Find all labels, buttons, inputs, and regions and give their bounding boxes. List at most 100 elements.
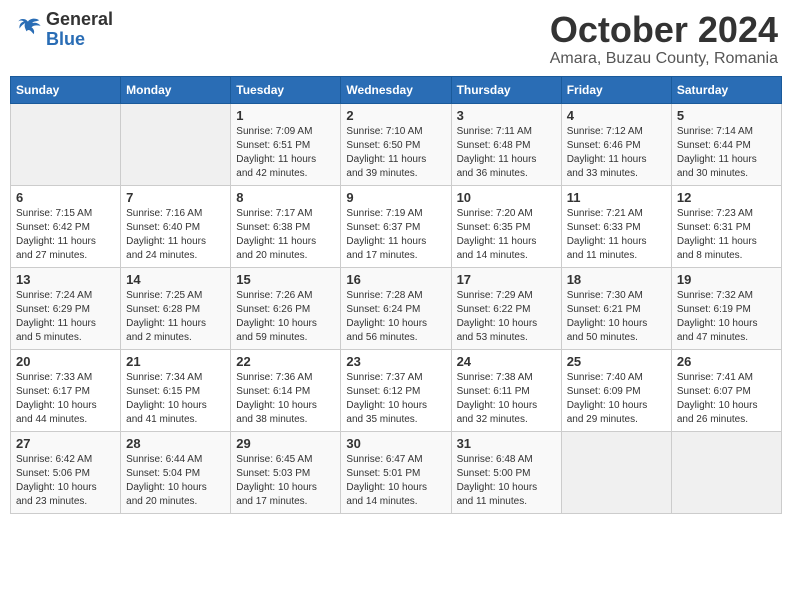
calendar-day-cell: 8Sunrise: 7:17 AMSunset: 6:38 PMDaylight… bbox=[231, 185, 341, 267]
day-number: 3 bbox=[457, 108, 556, 123]
day-number: 18 bbox=[567, 272, 666, 287]
calendar-day-cell: 30 Sunrise: 6:47 AMSunset: 5:01 PMDayligh… bbox=[341, 431, 451, 513]
calendar-table: SundayMondayTuesdayWednesdayThursdayFrid… bbox=[10, 76, 782, 514]
day-number: 16 bbox=[346, 272, 445, 287]
day-info: Sunrise: 7:41 AMSunset: 6:07 PMDaylight:… bbox=[677, 371, 776, 427]
calendar-day-cell: 11Sunrise: 7:21 AMSunset: 6:33 PMDayligh… bbox=[561, 185, 671, 267]
day-info: Sunrise: 7:16 AMSunset: 6:40 PMDaylight:… bbox=[126, 207, 225, 263]
calendar-day-cell: 29 Sunrise: 6:45 AMSunset: 5:03 PMDayligh… bbox=[231, 431, 341, 513]
day-number: 9 bbox=[346, 190, 445, 205]
day-number: 11 bbox=[567, 190, 666, 205]
calendar-day-cell: 13Sunrise: 7:24 AMSunset: 6:29 PMDayligh… bbox=[11, 267, 121, 349]
day-info: Sunrise: 7:23 AMSunset: 6:31 PMDaylight:… bbox=[677, 207, 776, 263]
day-info: Sunrise: 7:12 AMSunset: 6:46 PMDaylight:… bbox=[567, 125, 666, 181]
day-info: Sunrise: 6:47 AMSunset: 5:01 PMDaylight:… bbox=[346, 453, 445, 509]
day-number: 30 bbox=[346, 436, 445, 451]
day-number: 2 bbox=[346, 108, 445, 123]
day-number: 1 bbox=[236, 108, 335, 123]
calendar-day-cell: 22 Sunrise: 7:36 AMSunset: 6:14 PMDayligh… bbox=[231, 349, 341, 431]
day-number: 26 bbox=[677, 354, 776, 369]
day-info: Sunrise: 7:29 AMSunset: 6:22 PMDaylight:… bbox=[457, 289, 556, 345]
calendar-week-row: 13Sunrise: 7:24 AMSunset: 6:29 PMDayligh… bbox=[11, 267, 782, 349]
calendar-week-row: 27 Sunrise: 6:42 AMSunset: 5:06 PMDayligh… bbox=[11, 431, 782, 513]
day-number: 17 bbox=[457, 272, 556, 287]
day-number: 12 bbox=[677, 190, 776, 205]
calendar-day-cell: 14 Sunrise: 7:25 AMSunset: 6:28 PMDayligh… bbox=[121, 267, 231, 349]
day-info: Sunrise: 6:42 AMSunset: 5:06 PMDaylight:… bbox=[16, 453, 115, 509]
day-of-week-header: Tuesday bbox=[231, 76, 341, 103]
day-info: Sunrise: 7:10 AMSunset: 6:50 PMDaylight:… bbox=[346, 125, 445, 181]
calendar-day-cell: 18 Sunrise: 7:30 AMSunset: 6:21 PMDayligh… bbox=[561, 267, 671, 349]
day-info: Sunrise: 7:09 AMSunset: 6:51 PMDaylight:… bbox=[236, 125, 335, 181]
day-number: 15 bbox=[236, 272, 335, 287]
day-info: Sunrise: 7:37 AMSunset: 6:12 PMDaylight:… bbox=[346, 371, 445, 427]
day-number: 8 bbox=[236, 190, 335, 205]
day-number: 24 bbox=[457, 354, 556, 369]
logo: General Blue bbox=[14, 10, 113, 50]
calendar-week-row: 20 Sunrise: 7:33 AMSunset: 6:17 PMDayligh… bbox=[11, 349, 782, 431]
day-info: Sunrise: 7:14 AMSunset: 6:44 PMDaylight:… bbox=[677, 125, 776, 181]
day-number: 22 bbox=[236, 354, 335, 369]
day-info: Sunrise: 7:26 AMSunset: 6:26 PMDaylight:… bbox=[236, 289, 335, 345]
day-info: Sunrise: 6:44 AMSunset: 5:04 PMDaylight:… bbox=[126, 453, 225, 509]
calendar-day-cell: 31Sunrise: 6:48 AMSunset: 5:00 PMDayligh… bbox=[451, 431, 561, 513]
day-number: 25 bbox=[567, 354, 666, 369]
day-info: Sunrise: 7:38 AMSunset: 6:11 PMDaylight:… bbox=[457, 371, 556, 427]
calendar-day-cell: 20 Sunrise: 7:33 AMSunset: 6:17 PMDayligh… bbox=[11, 349, 121, 431]
calendar-day-cell: 24 Sunrise: 7:38 AMSunset: 6:11 PMDayligh… bbox=[451, 349, 561, 431]
calendar-day-cell: 10 Sunrise: 7:20 AMSunset: 6:35 PMDayligh… bbox=[451, 185, 561, 267]
logo-bird-icon bbox=[14, 16, 42, 44]
page-header: General Blue October 2024 Amara, Buzau C… bbox=[10, 10, 782, 68]
day-info: Sunrise: 7:40 AMSunset: 6:09 PMDaylight:… bbox=[567, 371, 666, 427]
day-number: 21 bbox=[126, 354, 225, 369]
calendar-day-cell: 9Sunrise: 7:19 AMSunset: 6:37 PMDaylight… bbox=[341, 185, 451, 267]
day-number: 10 bbox=[457, 190, 556, 205]
day-info: Sunrise: 7:32 AMSunset: 6:19 PMDaylight:… bbox=[677, 289, 776, 345]
day-of-week-header: Wednesday bbox=[341, 76, 451, 103]
day-info: Sunrise: 7:25 AMSunset: 6:28 PMDaylight:… bbox=[126, 289, 225, 345]
calendar-day-cell: 28 Sunrise: 6:44 AMSunset: 5:04 PMDayligh… bbox=[121, 431, 231, 513]
header-row: SundayMondayTuesdayWednesdayThursdayFrid… bbox=[11, 76, 782, 103]
calendar-day-cell: 19 Sunrise: 7:32 AMSunset: 6:19 PMDayligh… bbox=[671, 267, 781, 349]
day-info: Sunrise: 7:36 AMSunset: 6:14 PMDaylight:… bbox=[236, 371, 335, 427]
day-info: Sunrise: 7:30 AMSunset: 6:21 PMDaylight:… bbox=[567, 289, 666, 345]
day-of-week-header: Monday bbox=[121, 76, 231, 103]
calendar-day-cell: 26 Sunrise: 7:41 AMSunset: 6:07 PMDayligh… bbox=[671, 349, 781, 431]
day-info: Sunrise: 6:45 AMSunset: 5:03 PMDaylight:… bbox=[236, 453, 335, 509]
day-info: Sunrise: 7:24 AMSunset: 6:29 PMDaylight:… bbox=[16, 289, 115, 345]
day-number: 27 bbox=[16, 436, 115, 451]
day-number: 6 bbox=[16, 190, 115, 205]
calendar-day-cell bbox=[561, 431, 671, 513]
day-number: 29 bbox=[236, 436, 335, 451]
calendar-day-cell: 21 Sunrise: 7:34 AMSunset: 6:15 PMDayligh… bbox=[121, 349, 231, 431]
logo-blue: Blue bbox=[46, 30, 113, 50]
day-number: 19 bbox=[677, 272, 776, 287]
location-subtitle: Amara, Buzau County, Romania bbox=[550, 50, 778, 68]
logo-text: General Blue bbox=[46, 10, 113, 50]
day-info: Sunrise: 7:20 AMSunset: 6:35 PMDaylight:… bbox=[457, 207, 556, 263]
day-number: 4 bbox=[567, 108, 666, 123]
day-number: 23 bbox=[346, 354, 445, 369]
calendar-day-cell: 4 Sunrise: 7:12 AMSunset: 6:46 PMDaylight… bbox=[561, 103, 671, 185]
day-info: Sunrise: 7:28 AMSunset: 6:24 PMDaylight:… bbox=[346, 289, 445, 345]
calendar-day-cell: 16 Sunrise: 7:28 AMSunset: 6:24 PMDayligh… bbox=[341, 267, 451, 349]
day-number: 20 bbox=[16, 354, 115, 369]
calendar-day-cell: 17 Sunrise: 7:29 AMSunset: 6:22 PMDayligh… bbox=[451, 267, 561, 349]
calendar-header: SundayMondayTuesdayWednesdayThursdayFrid… bbox=[11, 76, 782, 103]
day-info: Sunrise: 7:11 AMSunset: 6:48 PMDaylight:… bbox=[457, 125, 556, 181]
calendar-day-cell bbox=[121, 103, 231, 185]
day-of-week-header: Sunday bbox=[11, 76, 121, 103]
calendar-day-cell: 3 Sunrise: 7:11 AMSunset: 6:48 PMDaylight… bbox=[451, 103, 561, 185]
calendar-day-cell: 25 Sunrise: 7:40 AMSunset: 6:09 PMDayligh… bbox=[561, 349, 671, 431]
calendar-day-cell bbox=[11, 103, 121, 185]
calendar-body: 1 Sunrise: 7:09 AMSunset: 6:51 PMDaylight… bbox=[11, 103, 782, 513]
day-info: Sunrise: 6:48 AMSunset: 5:00 PMDaylight:… bbox=[457, 453, 556, 509]
title-block: October 2024 Amara, Buzau County, Romani… bbox=[550, 10, 778, 68]
month-year-title: October 2024 bbox=[550, 10, 778, 50]
day-of-week-header: Friday bbox=[561, 76, 671, 103]
day-number: 28 bbox=[126, 436, 225, 451]
day-info: Sunrise: 7:33 AMSunset: 6:17 PMDaylight:… bbox=[16, 371, 115, 427]
day-of-week-header: Thursday bbox=[451, 76, 561, 103]
day-info: Sunrise: 7:34 AMSunset: 6:15 PMDaylight:… bbox=[126, 371, 225, 427]
day-number: 14 bbox=[126, 272, 225, 287]
